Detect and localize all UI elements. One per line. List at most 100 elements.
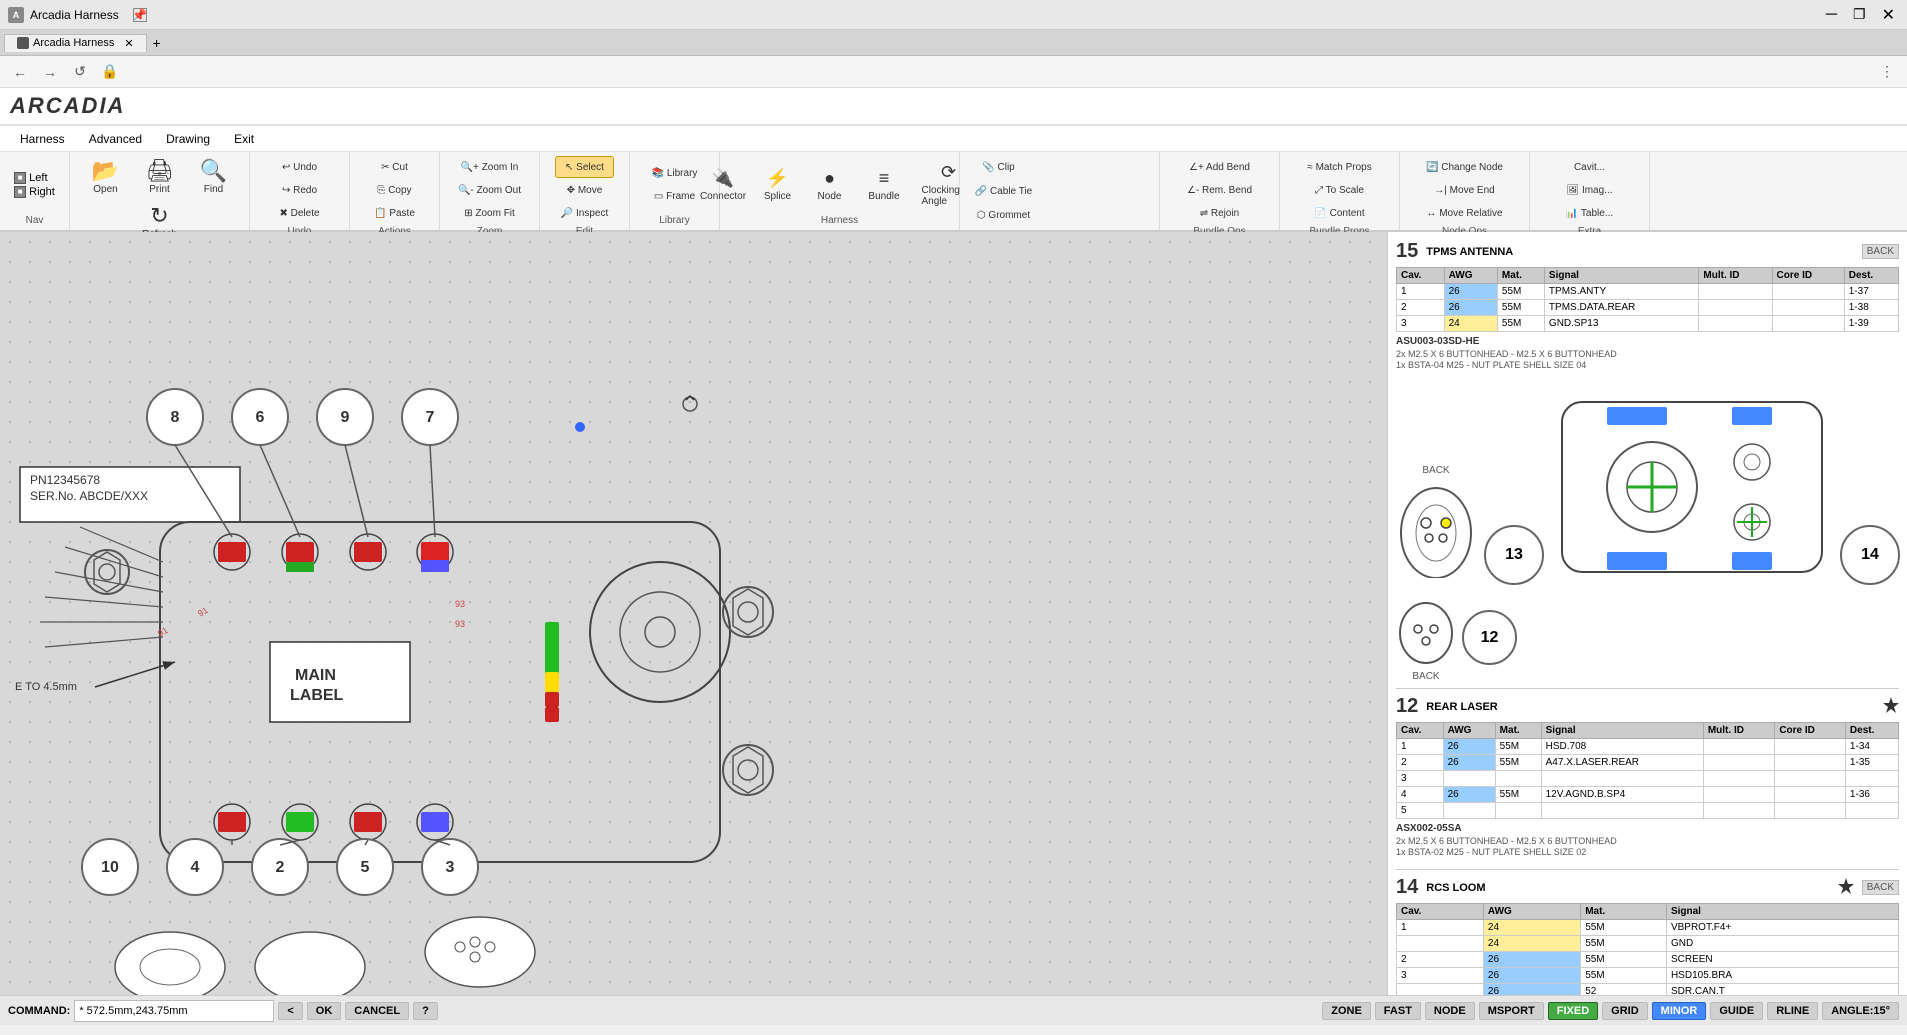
forward-btn[interactable]: → xyxy=(38,60,62,84)
svg-text:6: 6 xyxy=(256,409,265,426)
menu-advanced[interactable]: Advanced xyxy=(79,130,152,148)
rcs-title: RCS LOOM xyxy=(1426,882,1485,894)
col-cav: Cav. xyxy=(1397,268,1445,284)
ok-btn[interactable]: OK xyxy=(307,1002,342,1020)
connector-14-group: 14 xyxy=(1840,525,1900,585)
image-btn[interactable]: 🖼 Imag... xyxy=(1560,179,1619,201)
canvas-area[interactable]: PN12345678 SER.No. ABCDE/XXX xyxy=(0,232,1387,995)
reload-btn[interactable]: ↺ xyxy=(68,60,92,84)
back-btn[interactable]: ← xyxy=(8,60,32,84)
menu-drawing[interactable]: Drawing xyxy=(156,130,220,148)
section-divider-1 xyxy=(1396,688,1899,689)
close-btn[interactable]: ✕ xyxy=(1878,5,1899,25)
command-input[interactable] xyxy=(74,1000,274,1022)
rejoin-btn[interactable]: ⇌ Rejoin xyxy=(1181,202,1258,224)
paste-btn[interactable]: 📋 Paste xyxy=(368,202,421,224)
node-btn[interactable]: NODE xyxy=(1425,1002,1475,1020)
toolbar-undo-section: ↩ Undo ↪ Redo ✖ Delete Undo xyxy=(250,152,350,230)
title-bar-right: ─ ❐ ✕ xyxy=(1822,5,1899,25)
connector-btn[interactable]: 🔌 Connector xyxy=(696,164,751,206)
tab-close-icon[interactable]: ✕ xyxy=(124,37,133,50)
to-scale-btn[interactable]: ⤢ To Scale xyxy=(1301,179,1377,201)
toolbar-nav-section: ■ Left ■ Right Nav xyxy=(0,152,70,230)
change-node-btn[interactable]: 🔄 Change Node xyxy=(1420,156,1509,178)
bundle-btn[interactable]: ≡ Bundle xyxy=(857,164,912,206)
splice-btn[interactable]: ⚡ Splice xyxy=(753,164,803,206)
toolbar-bundle-props-section: ≈ Match Props ⤢ To Scale 📄 Content Bundl… xyxy=(1280,152,1400,230)
guide-btn[interactable]: GUIDE xyxy=(1710,1002,1763,1020)
svg-text:5: 5 xyxy=(361,859,370,876)
content-btn[interactable]: 📄 Content xyxy=(1301,202,1377,224)
small-oval-svg xyxy=(1396,593,1456,668)
angle-btn[interactable]: ANGLE:15° xyxy=(1822,1002,1899,1020)
tpms-table: Cav. AWG Mat. Signal Mult. ID Core ID De… xyxy=(1396,267,1899,332)
col-dest: Dest. xyxy=(1844,268,1898,284)
move-end-btn[interactable]: →| Move End xyxy=(1420,179,1509,201)
restore-btn[interactable]: ❐ xyxy=(1849,6,1870,23)
main-connector-diagram xyxy=(1552,382,1832,585)
move-btn[interactable]: ✥ Move xyxy=(555,179,614,201)
grid-btn[interactable]: GRID xyxy=(1602,1002,1648,1020)
fast-btn[interactable]: FAST xyxy=(1375,1002,1421,1020)
help-btn[interactable]: ? xyxy=(413,1002,438,1020)
svg-text:9: 9 xyxy=(341,409,350,426)
zoom-in-btn[interactable]: 🔍+ Zoom In xyxy=(452,156,527,178)
rcs-row-4: 3 26 55M HSD105.BRA xyxy=(1397,968,1899,984)
zoom-out-btn[interactable]: 🔍- Zoom Out xyxy=(452,179,527,201)
canvas-background: PN12345678 SER.No. ABCDE/XXX xyxy=(0,232,1387,995)
move-relative-btn[interactable]: ↔ Move Relative xyxy=(1420,202,1509,224)
rcs-table: Cav. AWG Mat. Signal 1 24 55M VBPROT.F4+ xyxy=(1396,903,1899,995)
open-btn[interactable]: 📂 Open xyxy=(80,156,132,199)
clip-btn[interactable]: 📎 Clip xyxy=(966,156,1031,178)
nav-right-toggle[interactable]: ■ Right xyxy=(14,186,55,198)
zone-btn[interactable]: ZONE xyxy=(1322,1002,1371,1020)
toolbar-zoom-section: 🔍+ Zoom In 🔍- Zoom Out ⊞ Zoom Fit Zoom xyxy=(440,152,540,230)
cavit-btn[interactable]: Cavit... xyxy=(1560,156,1619,178)
redo-btn[interactable]: ↪ Redo xyxy=(273,179,325,201)
select-btn[interactable]: ↖ Select xyxy=(555,156,614,178)
copy-btn[interactable]: ⎘ Copy xyxy=(368,179,421,201)
inspect-btn[interactable]: 🔎 Inspect xyxy=(555,202,614,224)
lt-btn[interactable]: < xyxy=(278,1002,302,1020)
toolbar-nav-label: Nav xyxy=(26,215,44,228)
match-props-btn[interactable]: ≈ Match Props xyxy=(1301,156,1377,178)
tab-label: Arcadia Harness xyxy=(33,37,114,49)
menu-exit[interactable]: Exit xyxy=(224,130,264,148)
undo-btn[interactable]: ↩ Undo xyxy=(273,156,325,178)
zoom-fit-btn[interactable]: ⊞ Zoom Fit xyxy=(452,202,527,224)
svg-text:2: 2 xyxy=(276,859,285,876)
oval-connector-svg xyxy=(1396,478,1476,578)
cable-tie-btn[interactable]: 🔗 Cable Tie xyxy=(966,180,1041,202)
pin-icon[interactable]: 📌 xyxy=(133,8,147,22)
delete-btn[interactable]: ✖ Delete xyxy=(273,202,325,224)
rline-btn[interactable]: RLINE xyxy=(1767,1002,1818,1020)
cut-btn[interactable]: ✂ Cut xyxy=(368,156,421,178)
fixed-btn[interactable]: FIXED xyxy=(1548,1002,1598,1020)
menu-harness[interactable]: Harness xyxy=(10,130,75,148)
tpms-sub2: 1x BSTA-04 M25 - NUT PLATE SHELL SIZE 04 xyxy=(1396,360,1899,370)
find-btn[interactable]: 🔍 Find xyxy=(188,156,240,199)
settings-icon[interactable]: ⋮ xyxy=(1875,60,1899,84)
grommet-btn[interactable]: ⬡ Grommet xyxy=(966,204,1041,226)
minimize-btn[interactable]: ─ xyxy=(1822,6,1841,24)
lock-icon: 🔒 xyxy=(98,60,122,84)
nav-left-toggle[interactable]: ■ Left xyxy=(14,172,55,184)
tpms-row-3: 3 24 55M GND.SP13 1-39 xyxy=(1397,316,1899,332)
tpms-number: 15 xyxy=(1396,240,1418,263)
tpms-row-1: 1 26 55M TPMS.ANTY 1-37 xyxy=(1397,284,1899,300)
rem-bend-btn[interactable]: ∠- Rem. Bend xyxy=(1181,179,1258,201)
new-tab-btn[interactable]: + xyxy=(147,33,167,53)
print-btn[interactable]: 🖨 Print xyxy=(134,156,186,199)
add-bend-btn[interactable]: ∠+ Add Bend xyxy=(1181,156,1258,178)
minor-btn[interactable]: MINOR xyxy=(1652,1002,1707,1020)
main-content: PN12345678 SER.No. ABCDE/XXX xyxy=(0,232,1907,995)
msport-btn[interactable]: MSPORT xyxy=(1479,1002,1544,1020)
rcs-row-5: 26 52 SDR.CAN.T xyxy=(1397,984,1899,996)
cancel-btn[interactable]: CANCEL xyxy=(345,1002,409,1020)
table-btn[interactable]: 📊 Table... xyxy=(1560,202,1619,224)
tab-arcadia-harness[interactable]: Arcadia Harness ✕ xyxy=(4,34,147,52)
laser-pin-icon xyxy=(1883,697,1899,716)
svg-text:E TO 4.5mm: E TO 4.5mm xyxy=(15,681,77,693)
node-btn[interactable]: ● Node xyxy=(805,164,855,206)
toolbar-node-ops-section: 🔄 Change Node →| Move End ↔ Move Relativ… xyxy=(1400,152,1530,230)
